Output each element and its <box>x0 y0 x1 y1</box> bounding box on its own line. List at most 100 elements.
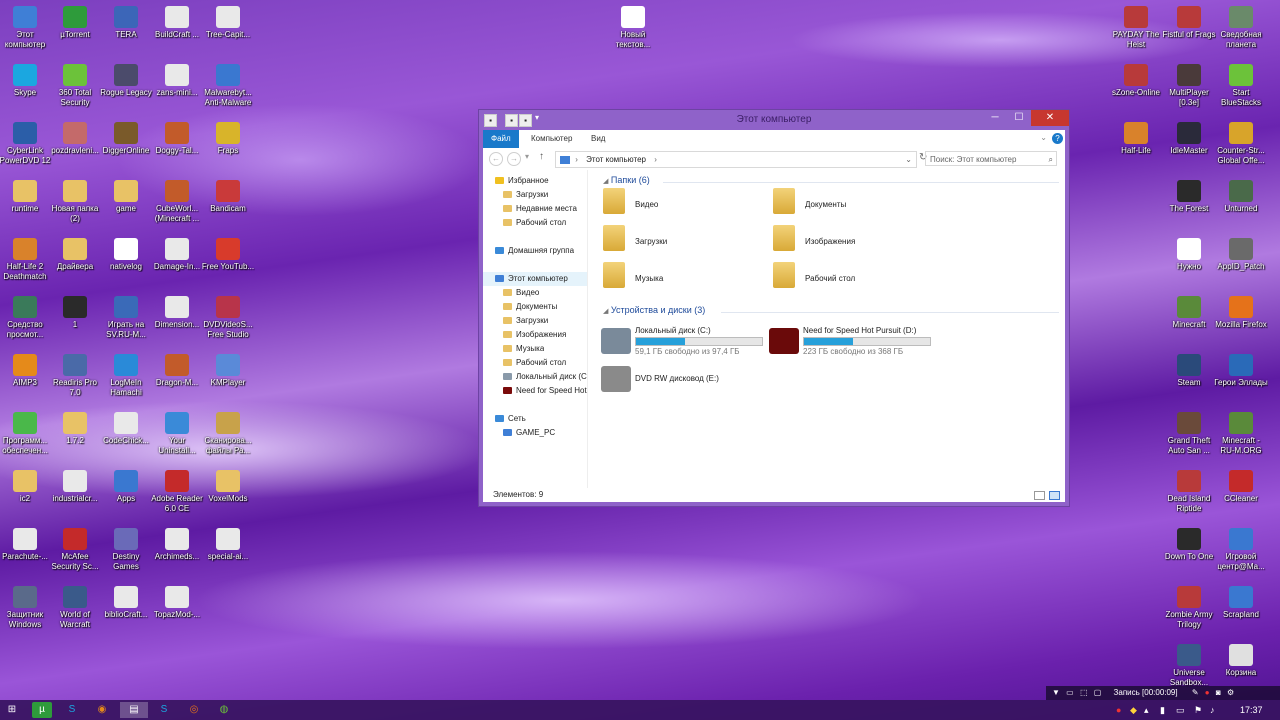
desktop-icon[interactable]: 1.7.2 <box>48 412 102 446</box>
desktop-icon[interactable]: Free YouTub... <box>201 238 255 272</box>
desktop-icon[interactable]: special-ai... <box>201 528 255 562</box>
fullscreen-icon[interactable]: ⬚ <box>1080 688 1088 697</box>
nav-favorites[interactable]: Избранное <box>495 174 549 188</box>
tab-view[interactable]: Вид <box>583 130 613 148</box>
desktop-icon[interactable]: Half-Life <box>1109 122 1163 156</box>
close-button[interactable]: ✕ <box>1031 110 1069 126</box>
drive-item[interactable]: DVD RW дисковод (E:) <box>601 364 771 398</box>
desktop-icon[interactable]: Dragon-M... <box>150 354 204 388</box>
desktop-icon[interactable]: Universe Sandbox... <box>1162 644 1216 688</box>
desktop-icon[interactable]: Fraps <box>201 122 255 156</box>
desktop-icon[interactable]: 1 <box>48 296 102 330</box>
desktop-icon[interactable]: Destiny Games <box>99 528 153 572</box>
desktop-icon[interactable]: MultiPlayer [0.3e] <box>1162 64 1216 108</box>
maximize-button[interactable]: ☐ <box>1007 110 1031 126</box>
screenshot-icon[interactable]: ◙ <box>1216 688 1221 697</box>
desktop-icon[interactable]: LogMeIn Hamachi <box>99 354 153 398</box>
desktop-icon[interactable]: TopazMod-... <box>150 586 204 620</box>
up-button[interactable]: ↑ <box>539 151 544 162</box>
forward-button[interactable]: → <box>507 152 521 166</box>
desktop-icon[interactable]: Fistful of Frags <box>1162 6 1216 40</box>
desktop-icon[interactable]: biblioCraft... <box>99 586 153 620</box>
desktop-icon[interactable]: Counter-Str... Global Offe... <box>1214 122 1268 166</box>
desktop-icon[interactable]: sZone-Online <box>1109 64 1163 98</box>
tab-file[interactable]: Файл <box>483 130 519 148</box>
desktop-icon[interactable]: Rogue Legacy <box>99 64 153 98</box>
help-icon[interactable]: ? <box>1052 133 1063 144</box>
nav-this-pc-item[interactable]: Рабочий стол <box>503 356 566 370</box>
desktop-icon[interactable]: Dimension... <box>150 296 204 330</box>
desktop-icon[interactable]: industrialcr... <box>48 470 102 504</box>
desktop-icon[interactable]: Minecraft - RU-M.ORG <box>1214 412 1268 456</box>
desktop-icon[interactable]: IdleMaster <box>1162 122 1216 156</box>
desktop-icon[interactable]: Skype <box>0 64 52 98</box>
search-input[interactable]: Поиск: Этот компьютер ⌕ <box>925 151 1057 166</box>
webcam-icon[interactable]: ▭ <box>1066 688 1074 697</box>
desktop-icon[interactable]: Mozilla Firefox <box>1214 296 1268 330</box>
expand-ribbon-icon[interactable]: ⌄ <box>1040 133 1047 142</box>
minimize-button[interactable]: ─ <box>983 110 1007 126</box>
nav-network-item[interactable]: GAME_PC <box>503 426 555 440</box>
desktop-icon[interactable]: Новая папка (2) <box>48 180 102 224</box>
desktop-icon[interactable]: Защитник Windows <box>0 586 52 630</box>
large-icons-view-icon[interactable] <box>1049 491 1060 500</box>
desktop-icon[interactable]: Readiris Pro 7.0 <box>48 354 102 398</box>
desktop-icon[interactable]: CyberLink PowerDVD 12 <box>0 122 52 166</box>
desktop-icon[interactable]: Apps <box>99 470 153 504</box>
desktop-icon[interactable]: Down To One <box>1162 528 1216 562</box>
desktop-icon[interactable]: KMPlayer <box>201 354 255 388</box>
tray-flag-icon[interactable]: ⚑ <box>1194 703 1202 717</box>
tray-display-icon[interactable]: ▭ <box>1176 703 1185 717</box>
desktop-icon[interactable]: CubeWorl... (Minecraft ... <box>150 180 204 224</box>
desktop-icon[interactable]: Драйвера <box>48 238 102 272</box>
drive-item[interactable]: Локальный диск (C:) 59,1 ГБ свободно из 9… <box>601 326 771 360</box>
taskbar-skype-icon[interactable]: S <box>62 702 82 718</box>
desktop-icon[interactable]: TERA <box>99 6 153 40</box>
desktop-icon[interactable]: DVDVideoS... Free Studio <box>201 296 255 340</box>
tray-network-icon[interactable]: ▮ <box>1160 703 1165 717</box>
breadcrumb-chevron-icon[interactable]: › <box>654 155 657 164</box>
back-button[interactable]: ← <box>489 152 503 166</box>
desktop-icon[interactable]: BuildCraft ... <box>150 6 204 40</box>
nav-this-pc-item[interactable]: Музыка <box>503 342 544 356</box>
nav-this-pc-item[interactable]: Изображения <box>503 328 566 342</box>
nav-this-pc-item[interactable]: Документы <box>503 300 557 314</box>
desktop-icon[interactable]: nativelog <box>99 238 153 272</box>
desktop-icon[interactable]: Сканирова... файлы Ра... <box>201 412 255 456</box>
taskbar-explorer-icon[interactable]: ▤ <box>120 702 148 718</box>
drive-item[interactable]: Need for Speed Hot Pursuit (D:) 223 ГБ св… <box>769 326 939 360</box>
desktop-icon[interactable]: 360 Total Security <box>48 64 102 108</box>
desktop-icon[interactable]: Нужно <box>1162 238 1216 272</box>
tray-shield-icon[interactable]: ◆ <box>1130 703 1137 717</box>
collapse-icon[interactable]: ◢ <box>603 308 608 315</box>
settings-icon[interactable]: ⚙ <box>1227 688 1234 697</box>
desktop-icon[interactable]: The Forest <box>1162 180 1216 214</box>
desktop-icon[interactable]: Сведобная планета <box>1214 6 1268 50</box>
nav-network[interactable]: Сеть <box>495 412 526 426</box>
taskbar-utorrent-icon[interactable]: µ <box>32 702 52 718</box>
desktop-icon[interactable]: Steam <box>1162 354 1216 388</box>
tray-volume-icon[interactable]: ♪ <box>1210 703 1215 717</box>
nav-this-pc-item[interactable]: Видео <box>503 286 539 300</box>
nav-this-pc-item[interactable]: Загрузки <box>503 314 548 328</box>
window-select-icon[interactable]: ▢ <box>1094 688 1102 697</box>
desktop-icon[interactable]: Damage-In... <box>150 238 204 272</box>
desktop-icon[interactable]: Новый текстов... <box>606 6 660 50</box>
desktop-icon[interactable]: Этот компьютер <box>0 6 52 50</box>
desktop-icon[interactable]: Герои Эллады <box>1214 354 1268 388</box>
address-bar[interactable]: › Этот компьютер › ⌄ <box>555 151 917 168</box>
desktop-icon[interactable]: Корзина <box>1214 644 1268 678</box>
desktop-icon[interactable]: World of Warcraft <box>48 586 102 630</box>
taskbar-steam-icon[interactable]: S <box>154 702 174 718</box>
details-view-icon[interactable] <box>1034 491 1045 500</box>
desktop-icon[interactable]: Malwarebyt... Anti-Malware <box>201 64 255 108</box>
desktop-icon[interactable]: Adobe Reader 6.0 CE <box>150 470 204 514</box>
recent-locations-icon[interactable]: ▾ <box>525 152 529 161</box>
nav-this-pc-item[interactable]: Need for Speed Hot <box>503 384 587 398</box>
desktop-icon[interactable]: Программ... обеспечен... <box>0 412 52 456</box>
group-folders-header[interactable]: ◢ Папки (6) <box>603 175 650 185</box>
nav-homegroup[interactable]: Домашняя группа <box>495 244 574 258</box>
nav-this-pc[interactable]: Этот компьютер <box>495 272 568 286</box>
desktop-icon[interactable]: ic2 <box>0 470 52 504</box>
desktop-icon[interactable]: game <box>99 180 153 214</box>
